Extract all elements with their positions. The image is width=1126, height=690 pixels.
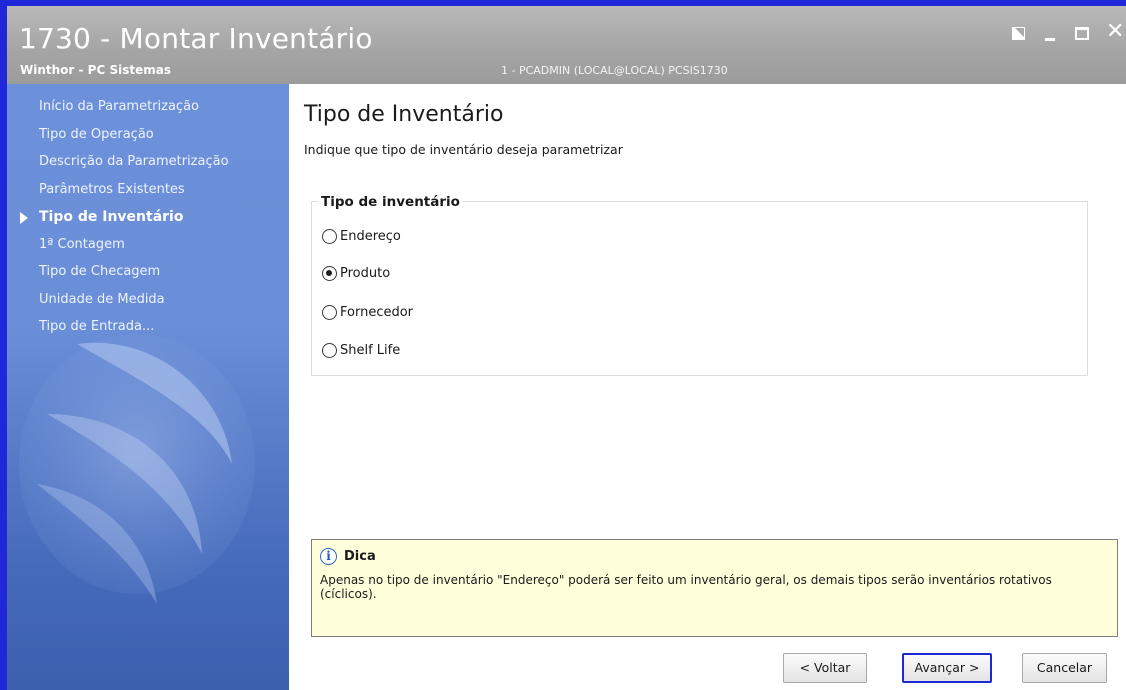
radio-button-selected[interactable] [322,265,337,281]
radio-endereco[interactable]: Endereço [322,226,401,246]
step-item[interactable]: Tipo de Checagem [7,263,289,291]
step-item[interactable]: Início da Parametrização [7,98,289,126]
step-item[interactable]: Descrição da Parametrização [7,153,289,181]
step-label: Tipo de Inventário [39,209,184,225]
step-item[interactable]: Tipo de Entrada... [7,318,289,346]
tip-box: i Dica Apenas no tipo de inventário "End… [311,539,1118,637]
step-label: Unidade de Medida [39,291,165,307]
page-description: Indique que tipo de inventário deseja pa… [304,142,623,157]
step-item-current[interactable]: Tipo de Inventário [7,208,289,236]
radio-button[interactable] [322,228,337,244]
session-info: 1 - PCADMIN (LOCAL@LOCAL) PCSIS1730 [501,64,728,77]
inventory-type-group: Tipo de inventário Endereço Produto Forn… [311,194,1088,376]
step-item[interactable]: Tipo de Operação [7,126,289,154]
step-label: Início da Parametrização [39,99,199,114]
tip-title: Dica [344,549,376,564]
wizard-content: Tipo de Inventário Indique que tipo de i… [289,84,1126,690]
step-label: Tipo de Operação [39,126,154,142]
step-item[interactable]: Unidade de Medida [7,291,289,319]
back-button[interactable]: < Voltar [783,653,867,683]
company-name: Winthor - PC Sistemas [20,63,171,77]
restore-icon [1012,27,1025,40]
minimize-icon [1045,38,1055,41]
step-item[interactable]: Parâmetros Existentes [7,181,289,209]
page-title: Tipo de Inventário [304,102,504,127]
step-label: Tipo de Checagem [39,264,161,279]
next-button[interactable]: Avançar > [902,653,992,683]
radio-fornecedor[interactable]: Fornecedor [322,302,413,322]
restore-button[interactable] [1010,26,1026,42]
radio-label: Endereço [340,228,401,244]
step-label: 1ª Contagem [39,236,125,252]
radio-shelf-life[interactable]: Shelf Life [322,340,400,360]
step-label: Descrição da Parametrização [39,154,229,169]
wizard-steps: Início da Parametrização Tipo de Operaçã… [7,98,289,346]
group-label: Tipo de inventário [318,194,463,210]
radio-produto[interactable]: Produto [322,263,390,283]
step-item[interactable]: 1ª Contagem [7,236,289,264]
winthor-logo-watermark [19,334,255,604]
radio-label: Shelf Life [340,342,401,358]
radio-label: Produto [340,265,391,281]
info-icon: i [320,548,337,565]
wizard-sidebar: Início da Parametrização Tipo de Operaçã… [7,84,289,690]
current-step-arrow-icon [20,212,28,224]
radio-label: Fornecedor [340,304,414,320]
radio-button[interactable] [322,304,337,320]
window-controls: ✕ [1010,21,1124,43]
app-window: 1730 - Montar Inventário Winthor - PC Si… [0,0,1126,690]
minimize-button[interactable] [1042,26,1058,42]
step-label: Parâmetros Existentes [39,181,185,197]
maximize-button[interactable] [1074,26,1090,42]
title-bar[interactable]: 1730 - Montar Inventário Winthor - PC Si… [7,6,1126,84]
maximize-icon [1075,27,1089,40]
close-icon: ✕ [1106,19,1125,44]
radio-button[interactable] [322,342,337,358]
step-label: Tipo de Entrada... [39,319,155,334]
close-button[interactable]: ✕ [1106,21,1124,43]
cancel-button[interactable]: Cancelar [1022,653,1107,683]
tip-text: Apenas no tipo de inventário "Endereço" … [320,573,1052,601]
window-title: 1730 - Montar Inventário [19,22,373,55]
